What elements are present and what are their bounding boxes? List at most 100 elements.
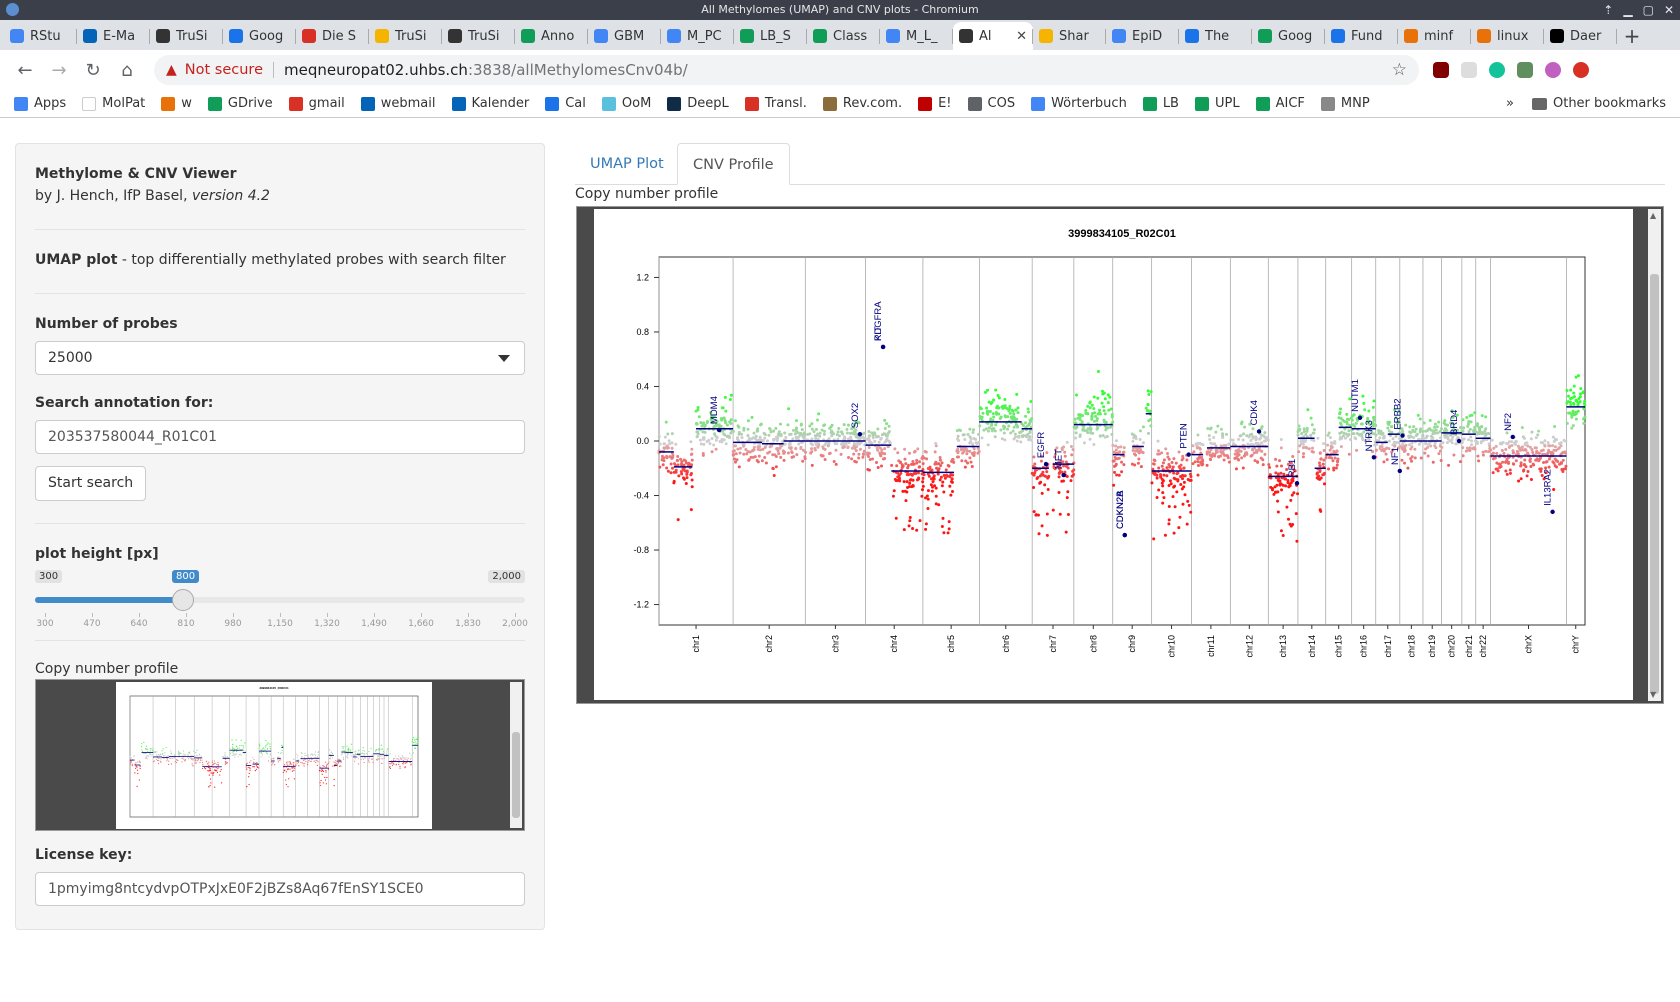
cnv-point	[219, 770, 221, 773]
cnv-point	[217, 761, 219, 763]
bookmark-item[interactable]: w	[161, 96, 192, 111]
bookmark-item[interactable]: Kalender	[451, 96, 529, 111]
scroll-up-icon[interactable]: ▲	[1650, 211, 1656, 220]
bookmark-item[interactable]: GDrive	[207, 96, 273, 111]
ublock-icon[interactable]	[1433, 62, 1449, 78]
not-secure-label[interactable]: Not secure	[185, 62, 274, 78]
bookmark-item[interactable]: UPL	[1194, 96, 1240, 111]
cnv-point	[1296, 492, 1300, 496]
cnv-point	[1026, 407, 1030, 411]
browser-tab[interactable]: M_PC	[661, 22, 734, 50]
browser-tab[interactable]: Class	[807, 22, 880, 50]
bookmark-item[interactable]: Transl.	[744, 96, 807, 111]
minimize-icon[interactable]: ▁	[1623, 0, 1632, 20]
bookmark-item[interactable]: AICF	[1255, 96, 1305, 111]
bookmark-item[interactable]: COS	[967, 96, 1015, 111]
browser-tab[interactable]: RStu	[4, 22, 77, 50]
bookmark-item[interactable]: OoM	[601, 96, 651, 111]
cnv-point	[1152, 462, 1156, 466]
cnv-point	[1582, 401, 1586, 405]
cnv-point	[1548, 450, 1552, 454]
close-window-icon[interactable]: ✕	[1664, 0, 1674, 20]
browser-tab[interactable]: Daer	[1544, 22, 1617, 50]
bookmarks-more-button[interactable]: »	[1506, 96, 1514, 111]
bookmark-item[interactable]: Rev.com.	[822, 96, 902, 111]
slider-handle[interactable]	[172, 589, 194, 611]
cnv-point	[397, 755, 400, 757]
plot-scroll-thumb[interactable]	[1650, 274, 1659, 694]
browser-tab[interactable]: Al ✕	[953, 22, 1033, 50]
recycle-icon[interactable]	[1517, 62, 1533, 78]
update-icon[interactable]	[1573, 62, 1589, 78]
browser-tab[interactable]: TruSi	[369, 22, 442, 50]
plot-scrollbar[interactable]: ▲ ▼	[1648, 209, 1661, 701]
browser-tab[interactable]: E-Ma	[77, 22, 150, 50]
bookmark-star-icon[interactable]: ☆	[1392, 60, 1407, 80]
browser-tab[interactable]: GBM	[588, 22, 661, 50]
browser-tab[interactable]: Die S	[296, 22, 369, 50]
browser-tab[interactable]: LB_S	[734, 22, 807, 50]
bookmark-item[interactable]: E!	[918, 96, 952, 111]
other-bookmarks[interactable]: Other bookmarks	[1553, 96, 1666, 111]
cnv-point	[1494, 467, 1498, 471]
new-tab-button[interactable]: +	[1617, 22, 1647, 50]
cnv-point	[1354, 421, 1358, 425]
cnv-point	[1298, 444, 1302, 448]
bookmark-item[interactable]: DeepL	[667, 96, 729, 111]
profile-avatar[interactable]	[1545, 62, 1561, 78]
tab-umap-plot[interactable]: UMAP Plot	[575, 143, 679, 185]
browser-tab[interactable]: TruSi	[442, 22, 515, 50]
browser-tab[interactable]: M_L_	[880, 22, 953, 50]
thumbnail-scroll-thumb[interactable]	[512, 732, 520, 818]
home-icon[interactable]: ⌂	[112, 55, 142, 85]
bookmark-item[interactable]: Cal	[545, 96, 586, 111]
search-input[interactable]: 203537580044_R01C01	[35, 420, 525, 454]
cnv-point	[867, 429, 871, 433]
reload-icon[interactable]: ↻	[78, 55, 108, 85]
browser-tab[interactable]: linux	[1471, 22, 1544, 50]
back-icon[interactable]: ←	[10, 55, 40, 85]
tab-cnv-profile[interactable]: CNV Profile	[677, 143, 790, 185]
browser-tab[interactable]: Fund	[1325, 22, 1398, 50]
probes-select[interactable]: 25000	[35, 341, 525, 375]
browser-tab[interactable]: minf	[1398, 22, 1471, 50]
address-bar[interactable]: ▲ Not secure meqneuropat02.uhbs.ch:3838/…	[154, 55, 1419, 85]
cnv-point	[1224, 432, 1228, 436]
close-tab-icon[interactable]: ✕	[1016, 29, 1027, 44]
cnv-point	[723, 419, 727, 423]
cnv-point	[685, 470, 689, 474]
bookmark-item[interactable]: MolPat	[82, 96, 145, 111]
cnv-point	[828, 426, 832, 430]
chromosome-label: chr11	[1206, 635, 1216, 657]
cnv-point	[1232, 442, 1236, 446]
browser-tab[interactable]: EpiD	[1106, 22, 1179, 50]
bookmark-item[interactable]: LB	[1142, 96, 1179, 111]
page-icon[interactable]	[1461, 62, 1477, 78]
browser-tab[interactable]: TruSi	[150, 22, 223, 50]
cnv-point	[1045, 470, 1049, 474]
browser-tab[interactable]: Shar	[1033, 22, 1106, 50]
cnv-point	[324, 779, 327, 781]
bookmark-item[interactable]: MNP	[1320, 96, 1370, 111]
forward-icon[interactable]: →	[44, 55, 74, 85]
cnv-point	[908, 481, 912, 485]
maximize-icon[interactable]: ▢	[1643, 0, 1654, 20]
thumbnail-scrollbar[interactable]	[510, 682, 522, 828]
browser-tab[interactable]: The	[1179, 22, 1252, 50]
window-up-icon[interactable]: ⇡	[1603, 0, 1613, 20]
bookmark-item[interactable]: Apps	[14, 96, 66, 111]
cnv-point	[198, 753, 201, 755]
cnv-point	[1533, 446, 1537, 450]
browser-tab[interactable]: Anno	[515, 22, 588, 50]
license-input[interactable]: 1pmyimg8ntcydvpOTPxJxE0F2jBZs8Aq67fEnSY1…	[35, 872, 525, 906]
browser-tab[interactable]: Goog	[1252, 22, 1325, 50]
bookmark-item[interactable]: gmail	[288, 96, 345, 111]
scroll-down-icon[interactable]: ▼	[1650, 690, 1656, 699]
bookmark-item[interactable]: webmail	[360, 96, 436, 111]
start-search-button[interactable]: Start search	[35, 466, 147, 501]
cnv-point	[1377, 429, 1381, 433]
browser-tab[interactable]: Goog	[223, 22, 296, 50]
plot-height-slider[interactable]: 300 2,000 800 300 470 640 810 980 1,150 1,320 1…	[35, 570, 528, 640]
bookmark-item[interactable]: Wörterbuch	[1031, 96, 1127, 111]
grammarly-icon[interactable]	[1489, 62, 1505, 78]
